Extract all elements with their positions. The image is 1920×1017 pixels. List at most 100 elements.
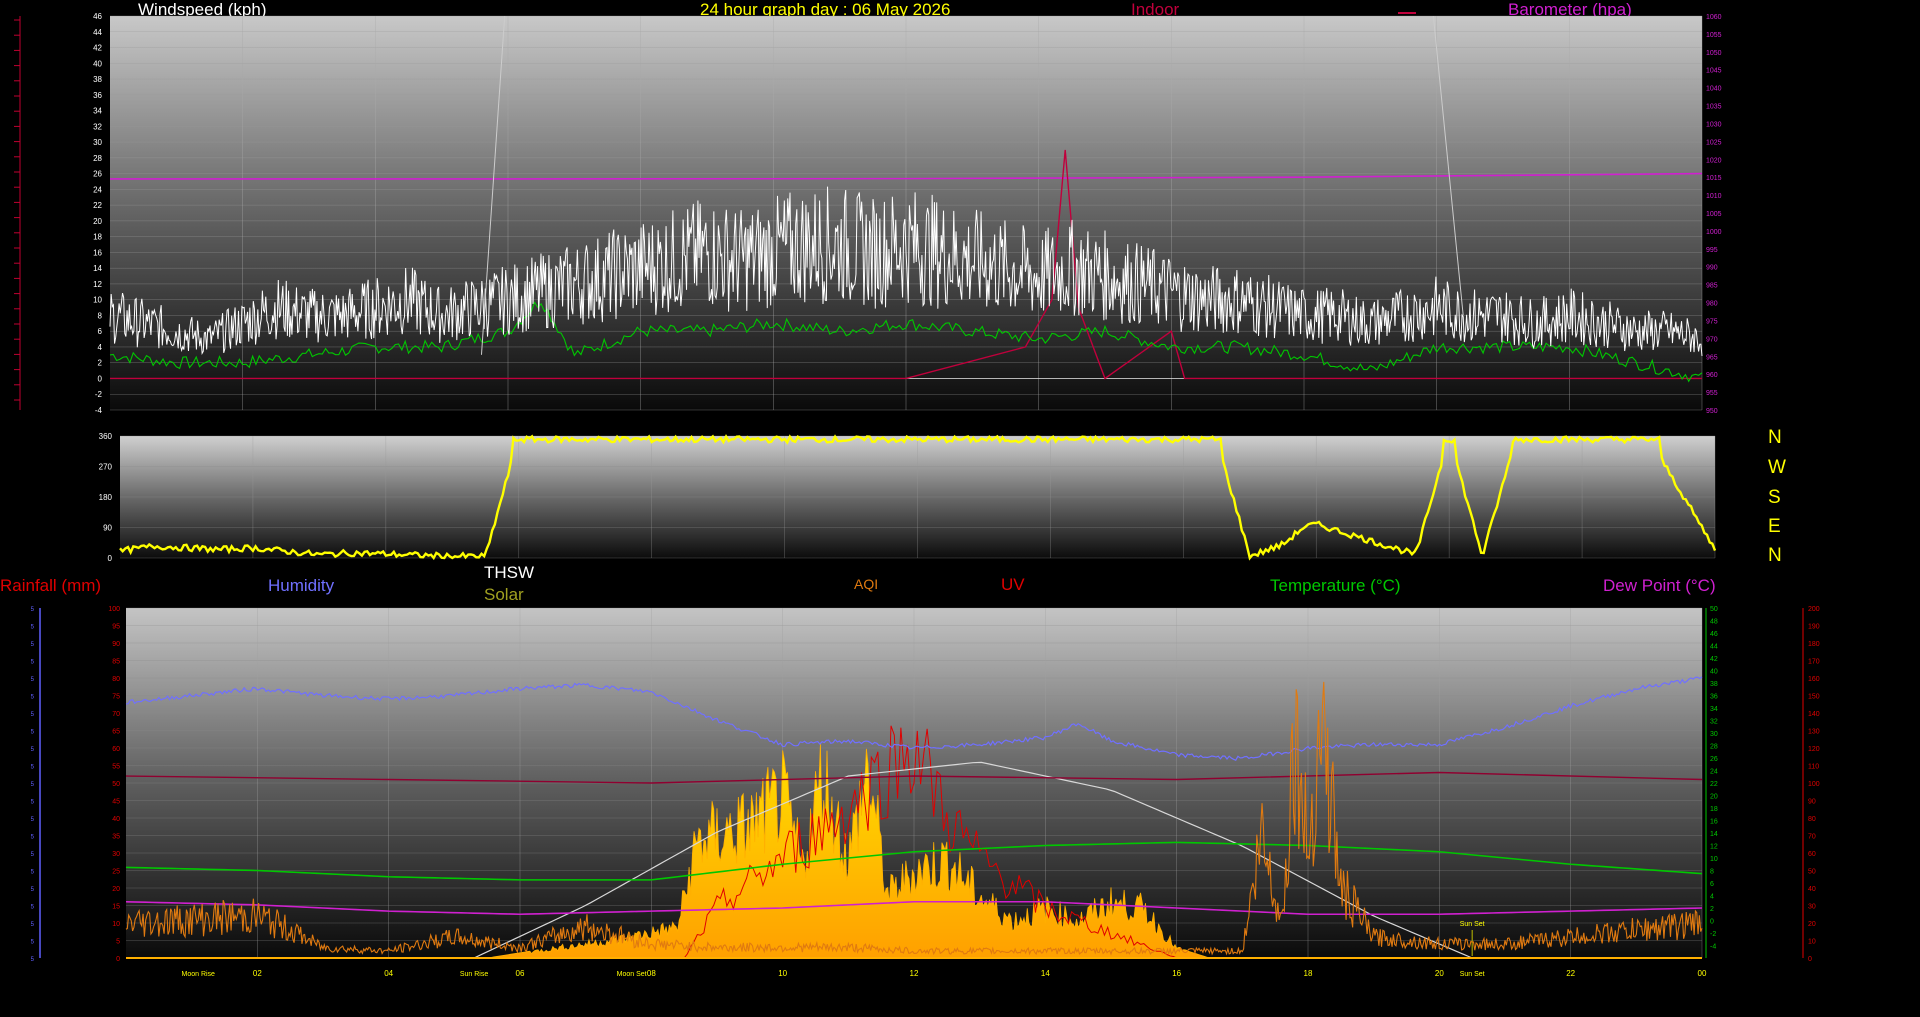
uv-tick-label: 160 <box>1808 676 1820 683</box>
uv-tick-label: 40 <box>1808 886 1816 893</box>
temp-tick-label: 44 <box>1710 644 1718 651</box>
temp-tick-label: 0 <box>1710 919 1714 926</box>
temp-tick-label: 24 <box>1710 769 1718 776</box>
temp-tick-label: 2 <box>1710 906 1714 913</box>
rain-tick-label: 5 <box>31 940 35 946</box>
rain-tick-label: 5 <box>31 712 35 718</box>
rain-tick-label: 5 <box>31 607 35 613</box>
temp-tick-label: 48 <box>1710 619 1718 626</box>
x-tick-label: 12 <box>910 969 919 978</box>
uv-tick-label: 90 <box>1808 799 1816 806</box>
event-label: Moon Set <box>617 971 647 978</box>
humidity-tick-label: 50 <box>112 781 120 788</box>
event-label-upper: Sun Set <box>1460 921 1485 928</box>
x-tick-label: 08 <box>647 969 656 978</box>
humidity-tick-label: 30 <box>112 851 120 858</box>
temp-tick-label: 12 <box>1710 844 1718 851</box>
uv-tick-label: 0 <box>1808 956 1812 963</box>
rain-tick-label: 5 <box>31 905 35 911</box>
humidity-tick-label: 20 <box>112 886 120 893</box>
temp-tick-label: 20 <box>1710 794 1718 801</box>
rain-tick-label: 5 <box>31 765 35 771</box>
temp-tick-label: 46 <box>1710 631 1718 638</box>
temp-tick-label: 42 <box>1710 656 1718 663</box>
temp-tick-label: 16 <box>1710 819 1718 826</box>
temp-tick-label: -4 <box>1710 944 1716 951</box>
rain-tick-label: 5 <box>31 800 35 806</box>
rain-tick-label: 5 <box>31 817 35 823</box>
temp-tick-label: 40 <box>1710 669 1718 676</box>
rain-tick-label: 5 <box>31 730 35 736</box>
uv-tick-label: 100 <box>1808 781 1820 788</box>
humidity-tick-label: 15 <box>112 904 120 911</box>
x-tick-label: 00 <box>1698 969 1707 978</box>
x-tick-label: 04 <box>384 969 393 978</box>
temp-tick-label: 6 <box>1710 881 1714 888</box>
humidity-tick-label: 90 <box>112 641 120 648</box>
humidity-tick-label: 75 <box>112 694 120 701</box>
x-tick-label: 22 <box>1566 969 1575 978</box>
uv-tick-label: 50 <box>1808 869 1816 876</box>
uv-tick-label: 200 <box>1808 606 1820 613</box>
rain-tick-label: 5 <box>31 957 35 963</box>
humidity-tick-label: 10 <box>112 921 120 928</box>
rain-tick-label: 5 <box>31 747 35 753</box>
humidity-tick-label: 65 <box>112 729 120 736</box>
humidity-tick-label: 45 <box>112 799 120 806</box>
temp-tick-label: 36 <box>1710 694 1718 701</box>
temp-tick-label: -2 <box>1710 931 1716 938</box>
temp-tick-label: 18 <box>1710 806 1718 813</box>
uv-tick-label: 180 <box>1808 641 1820 648</box>
uv-tick-label: 140 <box>1808 711 1820 718</box>
uv-tick-label: 30 <box>1808 904 1816 911</box>
rain-tick-label: 5 <box>31 695 35 701</box>
humidity-tick-label: 60 <box>112 746 120 753</box>
rain-tick-label: 5 <box>31 625 35 631</box>
uv-tick-label: 190 <box>1808 624 1820 631</box>
uv-tick-label: 110 <box>1808 764 1819 771</box>
humidity-tick-label: 95 <box>112 624 120 631</box>
temp-tick-label: 8 <box>1710 869 1714 876</box>
uv-tick-label: 120 <box>1808 746 1820 753</box>
humidity-tick-label: 35 <box>112 834 120 841</box>
event-label: Moon Rise <box>181 971 215 978</box>
uv-tick-label: 20 <box>1808 921 1816 928</box>
uv-tick-label: 130 <box>1808 729 1820 736</box>
weather-graph-page: Windspeed (kph) 24 hour graph day : 06 M… <box>0 0 1920 1017</box>
rain-tick-label: 5 <box>31 642 35 648</box>
rain-tick-label: 5 <box>31 870 35 876</box>
rain-tick-label: 5 <box>31 782 35 788</box>
temp-tick-label: 34 <box>1710 706 1718 713</box>
uv-tick-label: 60 <box>1808 851 1816 858</box>
temp-tick-label: 32 <box>1710 719 1718 726</box>
x-tick-label: 06 <box>516 969 525 978</box>
humidity-tick-label: 100 <box>108 606 120 613</box>
temp-tick-label: 50 <box>1710 606 1718 613</box>
temp-tick-label: 26 <box>1710 756 1718 763</box>
humidity-tick-label: 0 <box>116 956 120 963</box>
temp-tick-label: 10 <box>1710 856 1718 863</box>
x-tick-label: 10 <box>778 969 787 978</box>
temp-tick-label: 30 <box>1710 731 1718 738</box>
event-label: Sun Set <box>1460 971 1485 978</box>
x-tick-label: 16 <box>1172 969 1181 978</box>
humidity-tick-label: 80 <box>112 676 120 683</box>
rain-tick-label: 5 <box>31 660 35 666</box>
temp-tick-label: 22 <box>1710 781 1718 788</box>
weather-conditions-chart: 0510152025303540455055606570758085909510… <box>31 606 1820 978</box>
x-tick-label: 18 <box>1304 969 1313 978</box>
temp-tick-label: 14 <box>1710 831 1718 838</box>
humidity-tick-label: 5 <box>116 939 120 946</box>
uv-tick-label: 10 <box>1808 939 1816 946</box>
humidity-tick-label: 25 <box>112 869 120 876</box>
humidity-tick-label: 55 <box>112 764 120 771</box>
uv-tick-label: 70 <box>1808 834 1816 841</box>
humidity-tick-label: 70 <box>112 711 120 718</box>
humidity-tick-label: 85 <box>112 659 120 666</box>
temp-tick-label: 4 <box>1710 894 1714 901</box>
rain-tick-label: 5 <box>31 887 35 893</box>
uv-tick-label: 150 <box>1808 694 1820 701</box>
rain-tick-label: 5 <box>31 852 35 858</box>
x-tick-label: 02 <box>253 969 262 978</box>
humidity-tick-label: 40 <box>112 816 120 823</box>
